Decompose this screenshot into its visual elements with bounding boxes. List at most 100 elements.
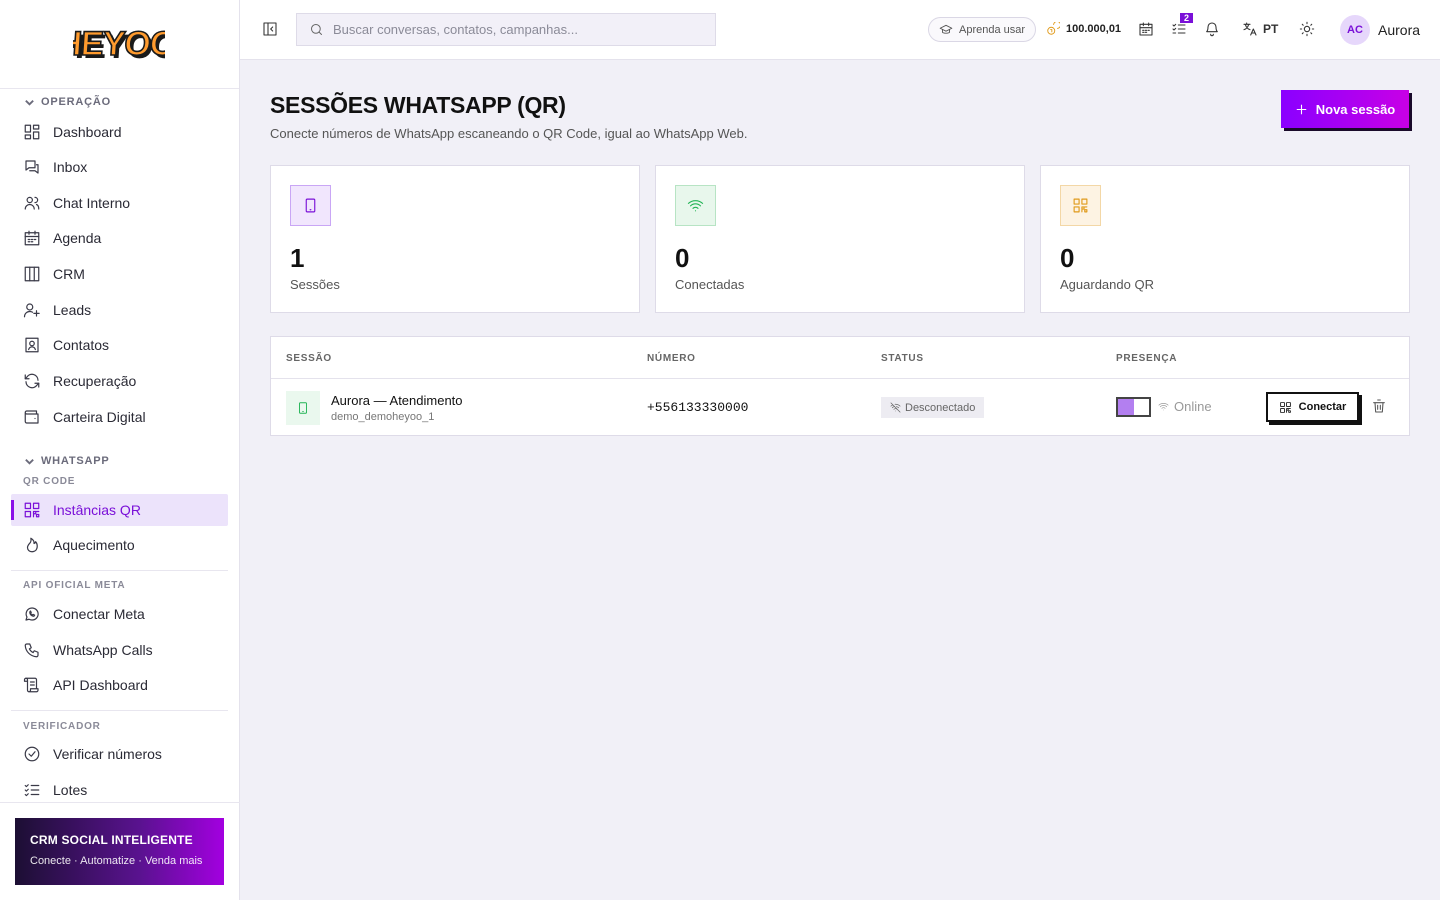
wifi-off-icon <box>890 402 901 413</box>
whatsapp-icon <box>25 607 39 621</box>
promo-banner[interactable]: CRM SOCIAL INTELIGENTE Conecte · Automat… <box>15 818 224 885</box>
panel-left-icon <box>263 22 277 36</box>
column-header: NÚMERO <box>647 353 696 364</box>
divider <box>11 570 228 571</box>
notifications-button[interactable] <box>1204 21 1220 37</box>
avatar[interactable]: AC <box>1340 15 1370 45</box>
section-operacao[interactable]: OPERAÇÃO <box>24 96 111 108</box>
sidebar-item-aquecimento[interactable]: Aquecimento <box>11 529 228 561</box>
sidebar-item-chat-interno[interactable]: Chat Interno <box>11 187 228 219</box>
graduation-cap-icon <box>939 24 953 34</box>
session-id: demo_demoheyoo_1 <box>331 411 435 423</box>
page-subtitle: Conecte números de WhatsApp escaneando o… <box>270 126 748 141</box>
trash-icon <box>1373 399 1385 413</box>
promo-subtitle: Conecte · Automatize · Venda mais <box>30 855 203 867</box>
svg-text:HEYOO: HEYOO <box>73 25 165 63</box>
kanban-icon <box>24 266 40 282</box>
user-name[interactable]: Aurora <box>1378 22 1420 38</box>
calendar-icon <box>1139 22 1153 36</box>
stat-icon <box>290 185 331 226</box>
sidebar-item-whatsapp-calls[interactable]: WhatsApp Calls <box>11 634 228 666</box>
tasks-badge: 2 <box>1180 13 1194 23</box>
chevron-down-icon <box>25 458 34 465</box>
wifi-icon <box>1158 403 1169 411</box>
list-check-icon <box>1172 23 1186 34</box>
subsection-qr-code: QR CODE <box>23 476 76 487</box>
language-selector[interactable]: PT <box>1242 21 1278 37</box>
sun-icon <box>1299 21 1315 37</box>
stat-label: Conectadas <box>675 277 745 292</box>
global-search[interactable] <box>296 13 716 46</box>
list-check-icon <box>24 784 40 797</box>
bell-icon <box>1206 22 1218 37</box>
sidebar-item-agenda[interactable]: Agenda <box>11 222 228 254</box>
connect-button[interactable]: Conectar <box>1266 392 1359 422</box>
dashboard-icon <box>24 124 40 140</box>
table-header: SESSÃO NÚMERO STATUS PRESENÇA <box>271 337 1409 379</box>
sidebar-item-recuperacao[interactable]: Recuperação <box>11 365 228 397</box>
subsection-verificador: VERIFICADOR <box>23 721 101 732</box>
stat-card-awaiting-qr: 0 Aguardando QR <box>1040 165 1410 313</box>
stat-value: 0 <box>675 243 690 273</box>
contact-icon <box>25 337 39 353</box>
sidebar-item-carteira-digital[interactable]: Carteira Digital <box>11 401 228 433</box>
stat-label: Sessões <box>290 277 340 292</box>
credits-balance[interactable]: 100.000,01 <box>1046 22 1121 36</box>
sidebar-item-lotes[interactable]: Lotes <box>11 774 228 801</box>
refresh-icon <box>24 373 40 389</box>
translate-icon <box>1243 22 1257 36</box>
phone-icon <box>24 643 39 658</box>
calendar-button[interactable] <box>1138 21 1154 37</box>
presence-toggle[interactable] <box>1116 397 1151 417</box>
calendar-icon <box>24 230 40 246</box>
sidebar-item-api-dashboard[interactable]: API Dashboard <box>11 669 228 701</box>
stat-icon <box>1060 185 1101 226</box>
theme-toggle-button[interactable] <box>1299 21 1315 37</box>
user-plus-icon <box>23 303 40 318</box>
check-circle-icon <box>24 746 40 762</box>
sidebar-item-contatos[interactable]: Contatos <box>11 329 228 361</box>
users-icon <box>24 196 40 210</box>
sidebar-item-verificar-numeros[interactable]: Verificar números <box>11 738 228 770</box>
search-input[interactable] <box>333 22 693 37</box>
stat-card-connected: 0 Conectadas <box>655 165 1025 313</box>
divider <box>0 802 240 803</box>
stat-value: 0 <box>1060 243 1075 273</box>
promo-title: CRM SOCIAL INTELIGENTE <box>30 833 193 847</box>
column-header: PRESENÇA <box>1116 353 1178 364</box>
stat-icon <box>675 185 716 226</box>
sidebar-item-crm[interactable]: CRM <box>11 258 228 290</box>
search-icon <box>311 24 322 35</box>
qr-icon <box>1073 198 1088 213</box>
stat-card-sessions: 1 Sessões <box>270 165 640 313</box>
session-icon <box>286 391 320 425</box>
tablet-icon <box>299 402 307 414</box>
table-row: Aurora — Atendimento demo_demoheyoo_1 +5… <box>271 380 1409 436</box>
tasks-button[interactable] <box>1171 21 1187 37</box>
sidebar-toggle-button[interactable] <box>262 21 278 37</box>
column-header: SESSÃO <box>286 353 332 364</box>
logo[interactable]: HEYOO HEYOO <box>0 0 239 89</box>
sessions-table: SESSÃO NÚMERO STATUS PRESENÇA Aurora — A… <box>270 336 1410 436</box>
delete-session-button[interactable] <box>1371 398 1387 414</box>
coins-icon <box>1047 22 1060 35</box>
sidebar-item-inbox[interactable]: Inbox <box>11 151 228 183</box>
sidebar-nav: OPERAÇÃO Dashboard Inbox Chat Interno Ag… <box>0 90 240 801</box>
sidebar-item-conectar-meta[interactable]: Conectar Meta <box>11 598 228 630</box>
sidebar-item-dashboard[interactable]: Dashboard <box>11 116 228 148</box>
chevron-down-icon <box>25 99 34 106</box>
stat-label: Aguardando QR <box>1060 277 1154 292</box>
qr-icon <box>1279 401 1291 413</box>
column-header: STATUS <box>881 353 924 364</box>
section-whatsapp[interactable]: WHATSAPP <box>24 455 110 467</box>
top-header: Aprenda usar 100.000,01 2 PT AC Aurora <box>240 0 1440 60</box>
sidebar-item-leads[interactable]: Leads <box>11 294 228 326</box>
status-badge: Desconectado <box>881 397 985 418</box>
sidebar-item-instancias-qr[interactable]: Instâncias QR <box>11 494 228 526</box>
subsection-api-oficial-meta: API OFICIAL META <box>23 580 126 591</box>
learn-button[interactable]: Aprenda usar <box>928 17 1037 42</box>
inbox-icon <box>25 160 39 174</box>
new-session-button[interactable]: Nova sessão <box>1281 90 1409 128</box>
tablet-icon <box>305 198 316 213</box>
flame-icon <box>26 537 38 553</box>
